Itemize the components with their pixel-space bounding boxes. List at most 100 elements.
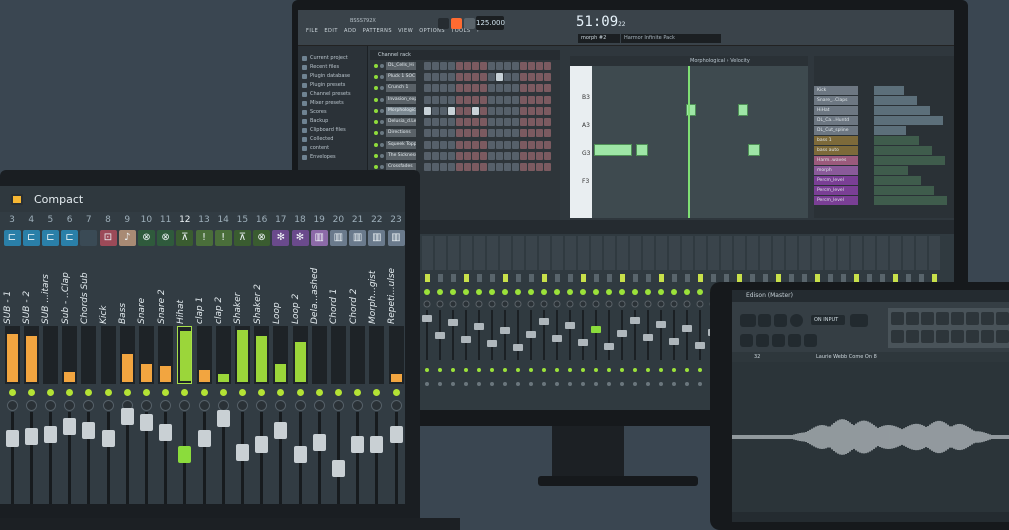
step-button[interactable]: [504, 163, 511, 172]
browser-item[interactable]: Plugin presets: [298, 81, 367, 90]
play-button[interactable]: [451, 18, 462, 29]
pan-knob[interactable]: [64, 400, 76, 411]
fx-led[interactable]: [646, 368, 650, 372]
step-button[interactable]: [448, 140, 455, 149]
step-button[interactable]: [472, 95, 479, 104]
channel-led[interactable]: [380, 142, 384, 147]
mute-led[interactable]: [238, 389, 246, 396]
pattern-clip[interactable]: [874, 166, 908, 175]
channel-row[interactable]: The Sickness: [370, 150, 560, 161]
step-button[interactable]: [544, 61, 551, 70]
channel-icon[interactable]: ⊏: [3, 230, 21, 246]
mute-led[interactable]: [658, 289, 664, 295]
mixer-track-label[interactable]: [851, 236, 862, 270]
channel-icon[interactable]: ⊡: [99, 230, 117, 246]
fx-led[interactable]: [685, 368, 689, 372]
edison-tool-button[interactable]: [996, 330, 1009, 343]
mute-led[interactable]: [528, 289, 534, 295]
volume-fader[interactable]: [578, 339, 588, 346]
pan-knob[interactable]: [540, 300, 548, 308]
pan-knob[interactable]: [670, 300, 678, 308]
mute-led[interactable]: [437, 289, 443, 295]
browser-item[interactable]: Mixer presets: [298, 99, 367, 108]
step-button[interactable]: [480, 152, 487, 161]
step-button[interactable]: [448, 163, 455, 172]
fx-led[interactable]: [555, 368, 559, 372]
pan-knob[interactable]: [44, 400, 56, 411]
volume-fader[interactable]: [312, 434, 326, 451]
send-knob[interactable]: [698, 382, 702, 386]
pattern-clip[interactable]: [874, 146, 932, 155]
edison-tool-button[interactable]: [951, 330, 964, 343]
mute-led[interactable]: [200, 389, 208, 396]
step-button[interactable]: [528, 118, 535, 127]
mute-led[interactable]: [392, 389, 400, 396]
edison-tool-button[interactable]: [921, 330, 934, 343]
step-button[interactable]: [456, 95, 463, 104]
mixer-track-label[interactable]: [474, 236, 485, 270]
note[interactable]: [748, 144, 760, 156]
mixer-track-label[interactable]: [448, 236, 459, 270]
menu-file[interactable]: FILE: [306, 28, 318, 34]
step-button[interactable]: [520, 106, 527, 115]
channel-led[interactable]: [380, 165, 384, 170]
pattern-clip[interactable]: [874, 86, 904, 95]
pan-knob[interactable]: [683, 300, 691, 308]
stop-icon[interactable]: [774, 314, 787, 327]
channel-name-button[interactable]: Invasion_expl: [386, 95, 416, 104]
step-button[interactable]: [536, 140, 543, 149]
step-button[interactable]: [520, 163, 527, 172]
menu-edit[interactable]: EDIT: [324, 28, 338, 34]
menu-view[interactable]: VIEW: [398, 28, 413, 34]
channel-icon[interactable]: ▥: [368, 230, 386, 246]
step-button[interactable]: [504, 84, 511, 93]
channel-icon[interactable]: ▥: [387, 230, 405, 246]
channel-icon[interactable]: ♪: [118, 230, 136, 246]
playlist-track-label[interactable]: DL_Ca...Huntd: [814, 116, 858, 125]
step-button[interactable]: [424, 152, 431, 161]
step-button[interactable]: [536, 152, 543, 161]
browser-item[interactable]: Scores: [298, 108, 367, 117]
pan-knob[interactable]: [475, 300, 483, 308]
channel-icon[interactable]: ⊏: [22, 230, 40, 246]
browser-item[interactable]: Channel presets: [298, 90, 367, 99]
step-button[interactable]: [496, 72, 503, 81]
step-button[interactable]: [456, 129, 463, 138]
mixer-track-label[interactable]: [812, 236, 823, 270]
step-button[interactable]: [432, 140, 439, 149]
pattern-clip[interactable]: [874, 106, 930, 115]
step-button[interactable]: [520, 61, 527, 70]
step-button[interactable]: [504, 118, 511, 127]
mixer-track-label[interactable]: [669, 236, 680, 270]
volume-fader[interactable]: [24, 428, 38, 445]
send-knob[interactable]: [542, 382, 546, 386]
step-button[interactable]: [488, 72, 495, 81]
channel-row[interactable]: Directions: [370, 128, 560, 139]
edison-tool-button[interactable]: [906, 330, 919, 343]
step-button[interactable]: [520, 129, 527, 138]
mute-led[interactable]: [66, 389, 74, 396]
step-button[interactable]: [480, 163, 487, 172]
step-button[interactable]: [440, 140, 447, 149]
step-button[interactable]: [480, 95, 487, 104]
channel-name-button[interactable]: Crunch 1: [386, 84, 416, 93]
volume-fader[interactable]: [178, 446, 192, 463]
channel-led[interactable]: [374, 131, 378, 136]
volume-fader[interactable]: [139, 414, 153, 431]
step-button[interactable]: [440, 95, 447, 104]
step-button[interactable]: [448, 61, 455, 70]
step-button[interactable]: [496, 163, 503, 172]
step-button[interactable]: [544, 129, 551, 138]
step-button[interactable]: [424, 61, 431, 70]
playlist-track-label[interactable]: bass auto: [814, 146, 858, 155]
mixer-track-label[interactable]: [461, 236, 472, 270]
edison-tool-button[interactable]: [951, 312, 964, 325]
mixer-track-label[interactable]: [721, 236, 732, 270]
step-button[interactable]: [472, 152, 479, 161]
playlist-track-label[interactable]: morph: [814, 166, 858, 175]
step-button[interactable]: [472, 118, 479, 127]
fx-led[interactable]: [633, 368, 637, 372]
pan-knob[interactable]: [140, 400, 152, 411]
step-button[interactable]: [488, 84, 495, 93]
step-button[interactable]: [504, 129, 511, 138]
